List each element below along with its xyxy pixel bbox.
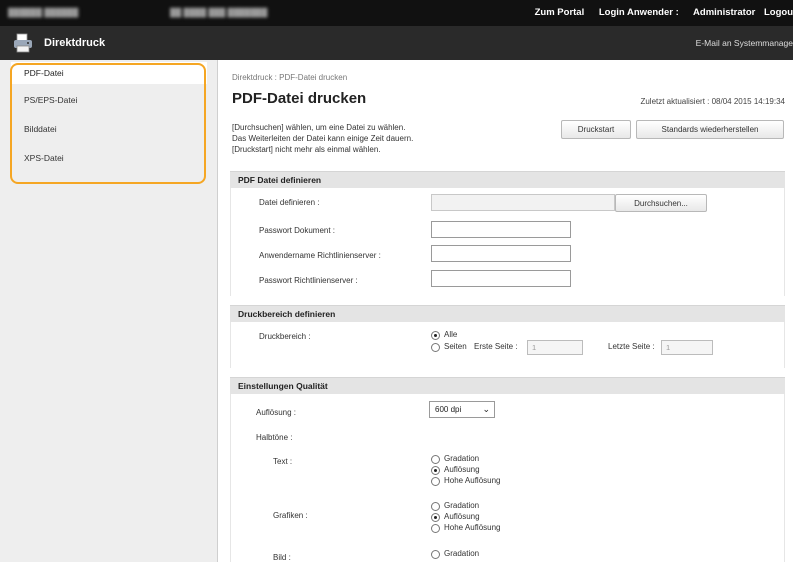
range-all-label: Alle (444, 330, 458, 339)
top-bar: ██████ ██████ ██ ████ ███ ███████ Zum Po… (0, 0, 793, 26)
server-password-field[interactable] (431, 270, 571, 287)
restore-defaults-button[interactable]: Standards wiederherstellen (636, 120, 784, 139)
blurred-header-text: ██ ████ ███ ███████ (170, 8, 268, 17)
login-label: Login Anwender : (598, 7, 679, 18)
last-page-field[interactable]: 1 (661, 340, 713, 355)
image-halftone-label: Bild : (273, 553, 291, 562)
server-user-field[interactable] (431, 245, 571, 262)
main-content: Direktdruck : PDF-Datei drucken PDF-Date… (218, 60, 793, 562)
section-body-pdf: Datei definieren : Durchsuchen... Passwo… (230, 188, 785, 296)
printer-icon (14, 33, 32, 53)
text-high-resolution-radio[interactable] (431, 477, 440, 486)
section-header-pdf: PDF Datei definieren (230, 171, 785, 188)
file-label: Datei definieren : (259, 198, 320, 207)
image-gradation-radio[interactable] (431, 550, 440, 559)
graphics-halftone-label: Grafiken : (273, 511, 308, 520)
page-title: PDF-Datei drucken (232, 90, 367, 107)
graphics-high-resolution-label: Hohe Auflösung (444, 523, 501, 532)
instruction-line: Das Weiterleiten der Datei kann einige Z… (232, 134, 414, 143)
range-all-radio[interactable] (431, 331, 440, 340)
chevron-down-icon: ⌄ (482, 404, 490, 414)
mail-admin-link[interactable]: E-Mail an Systemmanage (696, 38, 793, 48)
user-name: Administrator (693, 7, 756, 18)
breadcrumb: Direktdruck : PDF-Datei drucken (232, 73, 348, 82)
image-gradation-label: Gradation (444, 549, 480, 558)
text-halftone-label: Text : (273, 457, 293, 466)
browse-button[interactable]: Durchsuchen... (615, 194, 707, 212)
document-password-field[interactable] (431, 221, 571, 238)
instruction-line: [Druckstart] nicht mehr als einmal wähle… (232, 145, 381, 154)
graphics-resolution-radio[interactable] (431, 513, 440, 522)
instruction-line: [Durchsuchen] wählen, um eine Datei zu w… (232, 123, 406, 132)
instructions: [Durchsuchen] wählen, um eine Datei zu w… (232, 122, 413, 155)
last-updated: Zuletzt aktualisiert : 08/04 2015 14:19:… (640, 97, 785, 106)
text-resolution-radio[interactable] (431, 466, 440, 475)
first-page-field[interactable]: 1 (527, 340, 583, 355)
resolution-select[interactable]: 600 dpi ⌄ (429, 401, 495, 418)
first-page-label: Erste Seite : (474, 342, 518, 351)
document-password-label: Passwort Dokument : (259, 226, 336, 235)
server-password-label: Passwort Richtlinienserver : (259, 276, 358, 285)
text-resolution-label: Auflösung (444, 465, 480, 474)
portal-link[interactable]: Zum Portal (535, 7, 585, 18)
app-title: Direktdruck (44, 37, 106, 49)
text-gradation-label: Gradation (444, 454, 480, 463)
text-high-resolution-label: Hohe Auflösung (444, 476, 501, 485)
range-pages-radio[interactable] (431, 343, 440, 352)
range-label: Druckbereich : (259, 332, 311, 341)
resolution-value: 600 dpi (435, 405, 462, 414)
graphics-high-resolution-radio[interactable] (431, 524, 440, 533)
logout-link[interactable]: Logou (764, 7, 793, 18)
top-links: Zum Portal Login Anwender : Administrato… (535, 7, 793, 18)
section-body-quality: Auflösung : 600 dpi ⌄ Halbtöne : Text : … (230, 394, 785, 562)
halftone-label: Halbtöne : (256, 433, 293, 442)
app-bar: Direktdruck E-Mail an Systemmanage (0, 26, 793, 60)
last-page-label: Letzte Seite : (608, 342, 655, 351)
sidebar-highlight-frame (10, 63, 206, 184)
text-gradation-radio[interactable] (431, 455, 440, 464)
graphics-resolution-label: Auflösung (444, 512, 480, 521)
file-path-field (431, 194, 615, 211)
section-header-quality: Einstellungen Qualität (230, 377, 785, 394)
range-pages-label: Seiten (444, 342, 467, 351)
blurred-header-text: ██████ ██████ (8, 8, 79, 17)
resolution-label: Auflösung : (256, 408, 297, 417)
server-user-label: Anwendername Richtlinienserver : (259, 251, 381, 260)
graphics-gradation-radio[interactable] (431, 502, 440, 511)
graphics-gradation-label: Gradation (444, 501, 480, 510)
section-header-range: Druckbereich definieren (230, 305, 785, 322)
section-body-range: Druckbereich : Alle Seiten Erste Seite :… (230, 322, 785, 368)
print-start-button[interactable]: Druckstart (561, 120, 631, 139)
